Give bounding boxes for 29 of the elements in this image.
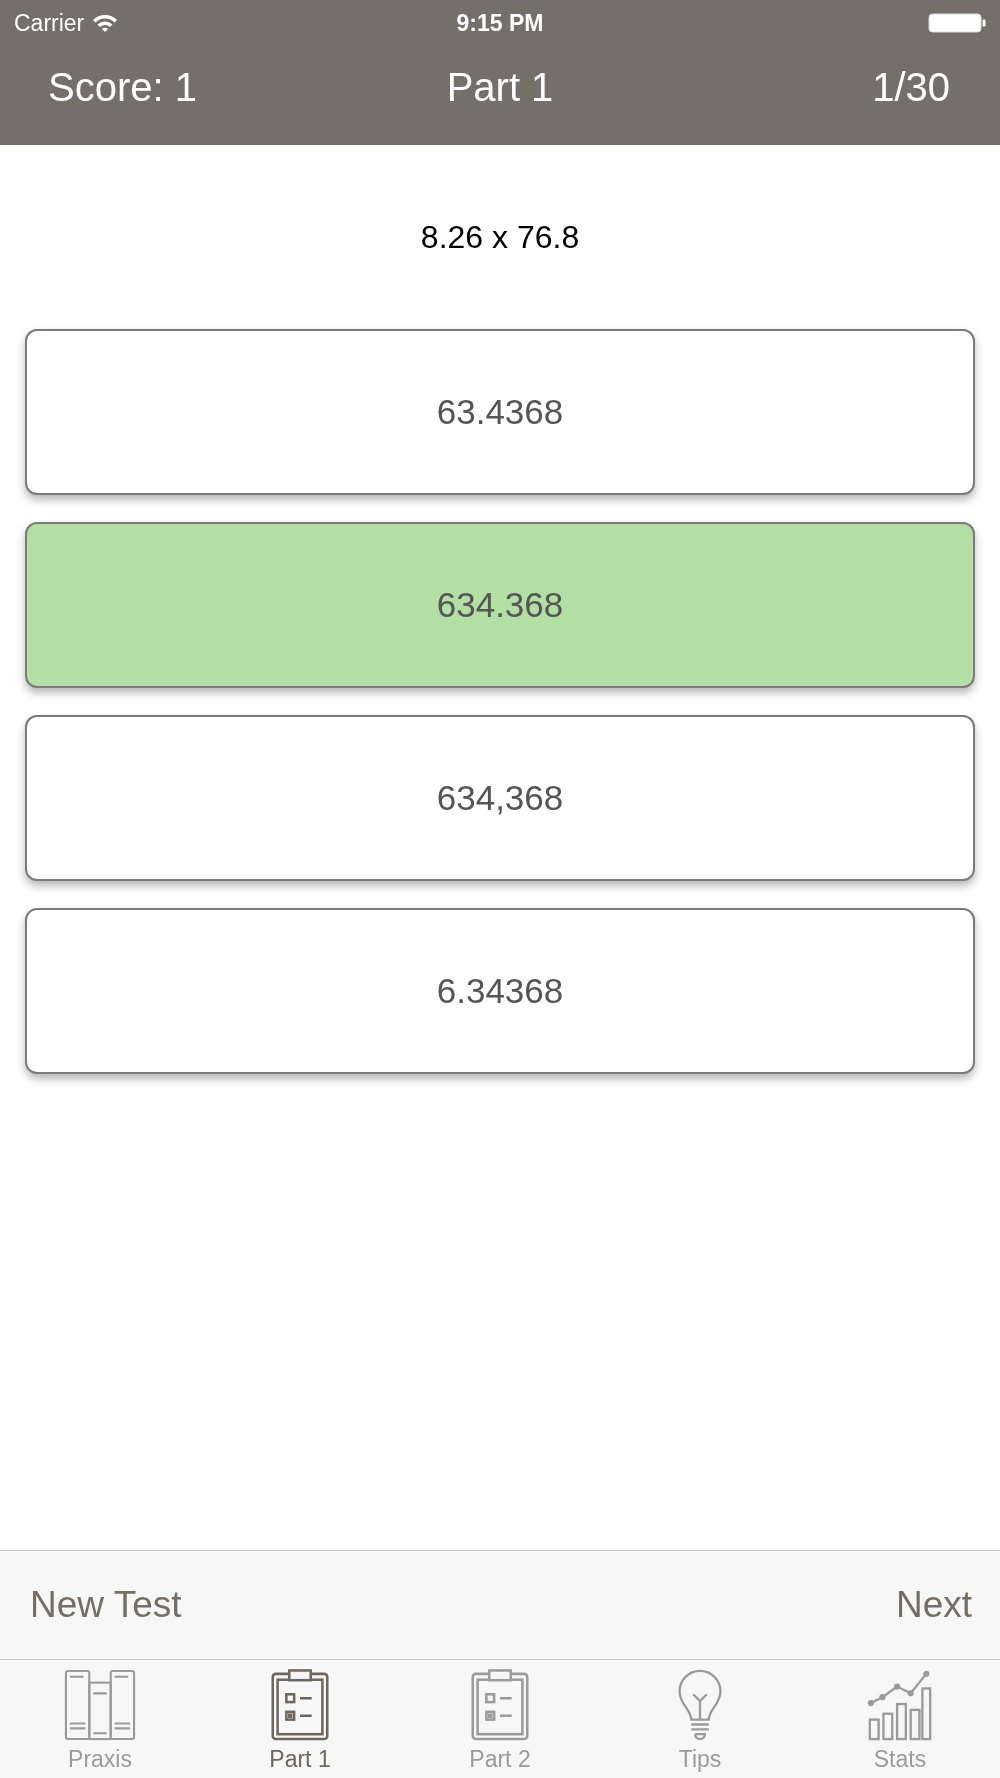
next-button[interactable]: Next [895,1577,972,1633]
tab[interactable]: Tips [600,1660,800,1778]
carrier-label: Carrier [14,8,85,38]
tab-label: Tips [678,1745,722,1773]
clipboard-checklist-icon [470,1669,530,1741]
question-counter: 1/30 [872,63,950,111]
new-test-button[interactable]: New Test [30,1577,182,1633]
tab[interactable]: Part 1 [200,1660,400,1778]
clock-time: 9:15 PM [456,8,544,38]
answer-option[interactable]: 634.368 [25,522,975,688]
bar-chart-icon [867,1669,933,1741]
tab[interactable]: Part 2 [400,1660,600,1778]
answer-option[interactable]: 634,368 [25,715,975,881]
light-bulb-icon [677,1669,723,1741]
answer-option[interactable]: 6.34368 [25,908,975,1074]
score-label: Score: 1 [48,63,197,111]
tab-label: Praxis [68,1745,132,1773]
section-title: Part 1 [446,63,554,111]
battery-icon [928,13,986,33]
answer-option[interactable]: 63.4368 [25,329,975,495]
tab-label: Part 1 [269,1745,331,1773]
question-text: 8.26 x 76.8 [420,218,580,257]
tab[interactable]: Praxis [0,1660,200,1778]
tab-label: Stats [873,1745,927,1773]
tab-label: Part 2 [469,1745,531,1773]
wifi-icon [92,13,119,33]
tab[interactable]: Stats [800,1660,1000,1778]
books-icon [63,1669,137,1741]
clipboard-checklist-icon [270,1669,330,1741]
